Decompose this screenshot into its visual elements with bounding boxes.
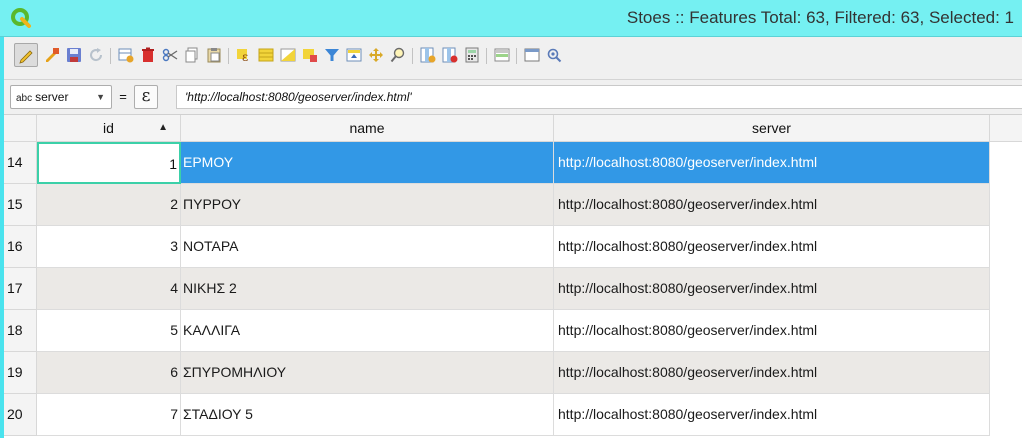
dock-window-icon[interactable] [524,47,540,63]
chevron-down-icon: ▼ [96,92,105,102]
move-to-top-icon[interactable] [346,47,362,63]
filter-expression-bar: abc server ▼ = ε 'http://localhost:8080/g… [4,80,1022,115]
cell-server[interactable]: http://localhost:8080/geoserver/index.ht… [554,184,990,226]
attribute-table-toolbar: ε [4,37,1022,80]
pan-icon[interactable] [368,47,384,63]
svg-text:ε: ε [242,50,248,63]
cell-name[interactable]: ΣΠΥΡΟΜΗΛΙΟΥ [181,352,554,394]
column-header-name[interactable]: name [181,115,554,142]
cell-id[interactable]: 2 [37,184,181,226]
calculator-icon[interactable] [464,47,480,63]
cell-name[interactable]: ΣΤΑΔΙΟΥ 5 [181,394,554,436]
table-row[interactable]: 18 5 ΚΑΛΛΙΓΑ http://localhost:8080/geose… [4,310,990,352]
cell-server[interactable]: http://localhost:8080/geoserver/index.ht… [554,226,990,268]
toolbar-separator [486,48,487,64]
copy-icon[interactable] [184,47,200,63]
delete-field-icon[interactable] [442,47,458,63]
cell-id[interactable]: 6 [37,352,181,394]
column-header-server[interactable]: server [554,115,990,142]
cell-server[interactable]: http://localhost:8080/geoserver/index.ht… [554,352,990,394]
column-header-id[interactable]: id ▲ [37,115,181,142]
select-expression-icon[interactable]: ε [236,47,252,63]
cell-id[interactable]: 3 [37,226,181,268]
table-empty-area [990,142,1022,438]
trash-icon[interactable] [140,47,156,63]
toolbar-separator [228,48,229,64]
qgis-logo-icon [11,8,31,28]
table-row[interactable]: 19 6 ΣΠΥΡΟΜΗΛΙΟΥ http://localhost:8080/g… [4,352,990,394]
deselect-icon[interactable] [302,47,318,63]
expression-builder-button[interactable]: ε [134,85,158,109]
header-filler [990,115,1022,142]
zoom-magnifier-icon[interactable] [390,47,406,63]
column-header-label: id [103,120,114,136]
field-selector-value: server [35,90,69,104]
row-header[interactable]: 19 [4,352,37,394]
row-header[interactable]: 15 [4,184,37,226]
table-row[interactable]: 17 4 ΝΙΚΗΣ 2 http://localhost:8080/geose… [4,268,990,310]
toolbar-separator [110,48,111,64]
row-header[interactable]: 16 [4,226,37,268]
toggle-editing-button[interactable] [14,43,38,67]
attribute-table: id ▲ name server 14 1 ΕΡΜΟΥ http://local… [4,115,1022,438]
new-field-icon[interactable] [420,47,436,63]
expression-input[interactable]: 'http://localhost:8080/geoserver/index.h… [176,85,1022,109]
row-header[interactable]: 17 [4,268,37,310]
toolbar-separator [412,48,413,64]
column-header-label: name [349,120,385,136]
paste-icon[interactable] [206,47,222,63]
table-row[interactable]: 15 2 ΠΥΡΡΟΥ http://localhost:8080/geoser… [4,184,990,226]
table-header: id ▲ name server [4,115,1022,142]
scissors-icon[interactable] [162,47,178,63]
field-type-label: abc [16,93,33,104]
toolbar-separator [516,48,517,64]
actions-icon[interactable] [546,47,562,63]
table-row[interactable]: 14 1 ΕΡΜΟΥ http://localhost:8080/geoserv… [4,142,990,184]
cell-name[interactable]: ΝΙΚΗΣ 2 [181,268,554,310]
conditional-format-icon[interactable] [494,47,510,63]
table-row[interactable]: 20 7 ΣΤΑΔΙΟΥ 5 http://localhost:8080/geo… [4,394,990,436]
cell-server[interactable]: http://localhost:8080/geoserver/index.ht… [554,310,990,352]
operator-label: = [119,89,127,104]
filter-funnel-icon[interactable] [324,47,340,63]
cell-id[interactable]: 7 [37,394,181,436]
save-disk-icon[interactable] [66,47,82,63]
column-header-label: server [752,120,791,136]
cell-server[interactable]: http://localhost:8080/geoserver/index.ht… [554,268,990,310]
row-header[interactable]: 18 [4,310,37,352]
cell-name[interactable]: ΝΟΤΑΡΑ [181,226,554,268]
refresh-icon[interactable] [88,47,104,63]
cell-server[interactable]: http://localhost:8080/geoserver/index.ht… [554,394,990,436]
title-bar: Stoes :: Features Total: 63, Filtered: 6… [0,0,1022,37]
invert-selection-icon[interactable] [280,47,296,63]
cell-id[interactable]: 1 [37,142,181,184]
cell-name[interactable]: ΠΥΡΡΟΥ [181,184,554,226]
multi-edit-pencil-icon[interactable] [44,47,60,63]
window-title: Stoes :: Features Total: 63, Filtered: 6… [626,8,1014,27]
pencil-icon [19,50,33,64]
cell-name[interactable]: ΕΡΜΟΥ [181,142,554,184]
select-all-icon[interactable] [258,47,274,63]
add-row-icon[interactable] [118,47,134,63]
row-header[interactable]: 20 [4,394,37,436]
cell-server[interactable]: http://localhost:8080/geoserver/index.ht… [554,142,990,184]
sort-ascending-icon: ▲ [158,122,168,133]
cell-id[interactable]: 4 [37,268,181,310]
field-selector-dropdown[interactable]: abc server ▼ [10,85,112,109]
table-corner-button[interactable] [4,115,37,142]
table-row[interactable]: 16 3 ΝΟΤΑΡΑ http://localhost:8080/geoser… [4,226,990,268]
row-header[interactable]: 14 [4,142,37,184]
cell-name[interactable]: ΚΑΛΛΙΓΑ [181,310,554,352]
cell-id[interactable]: 5 [37,310,181,352]
